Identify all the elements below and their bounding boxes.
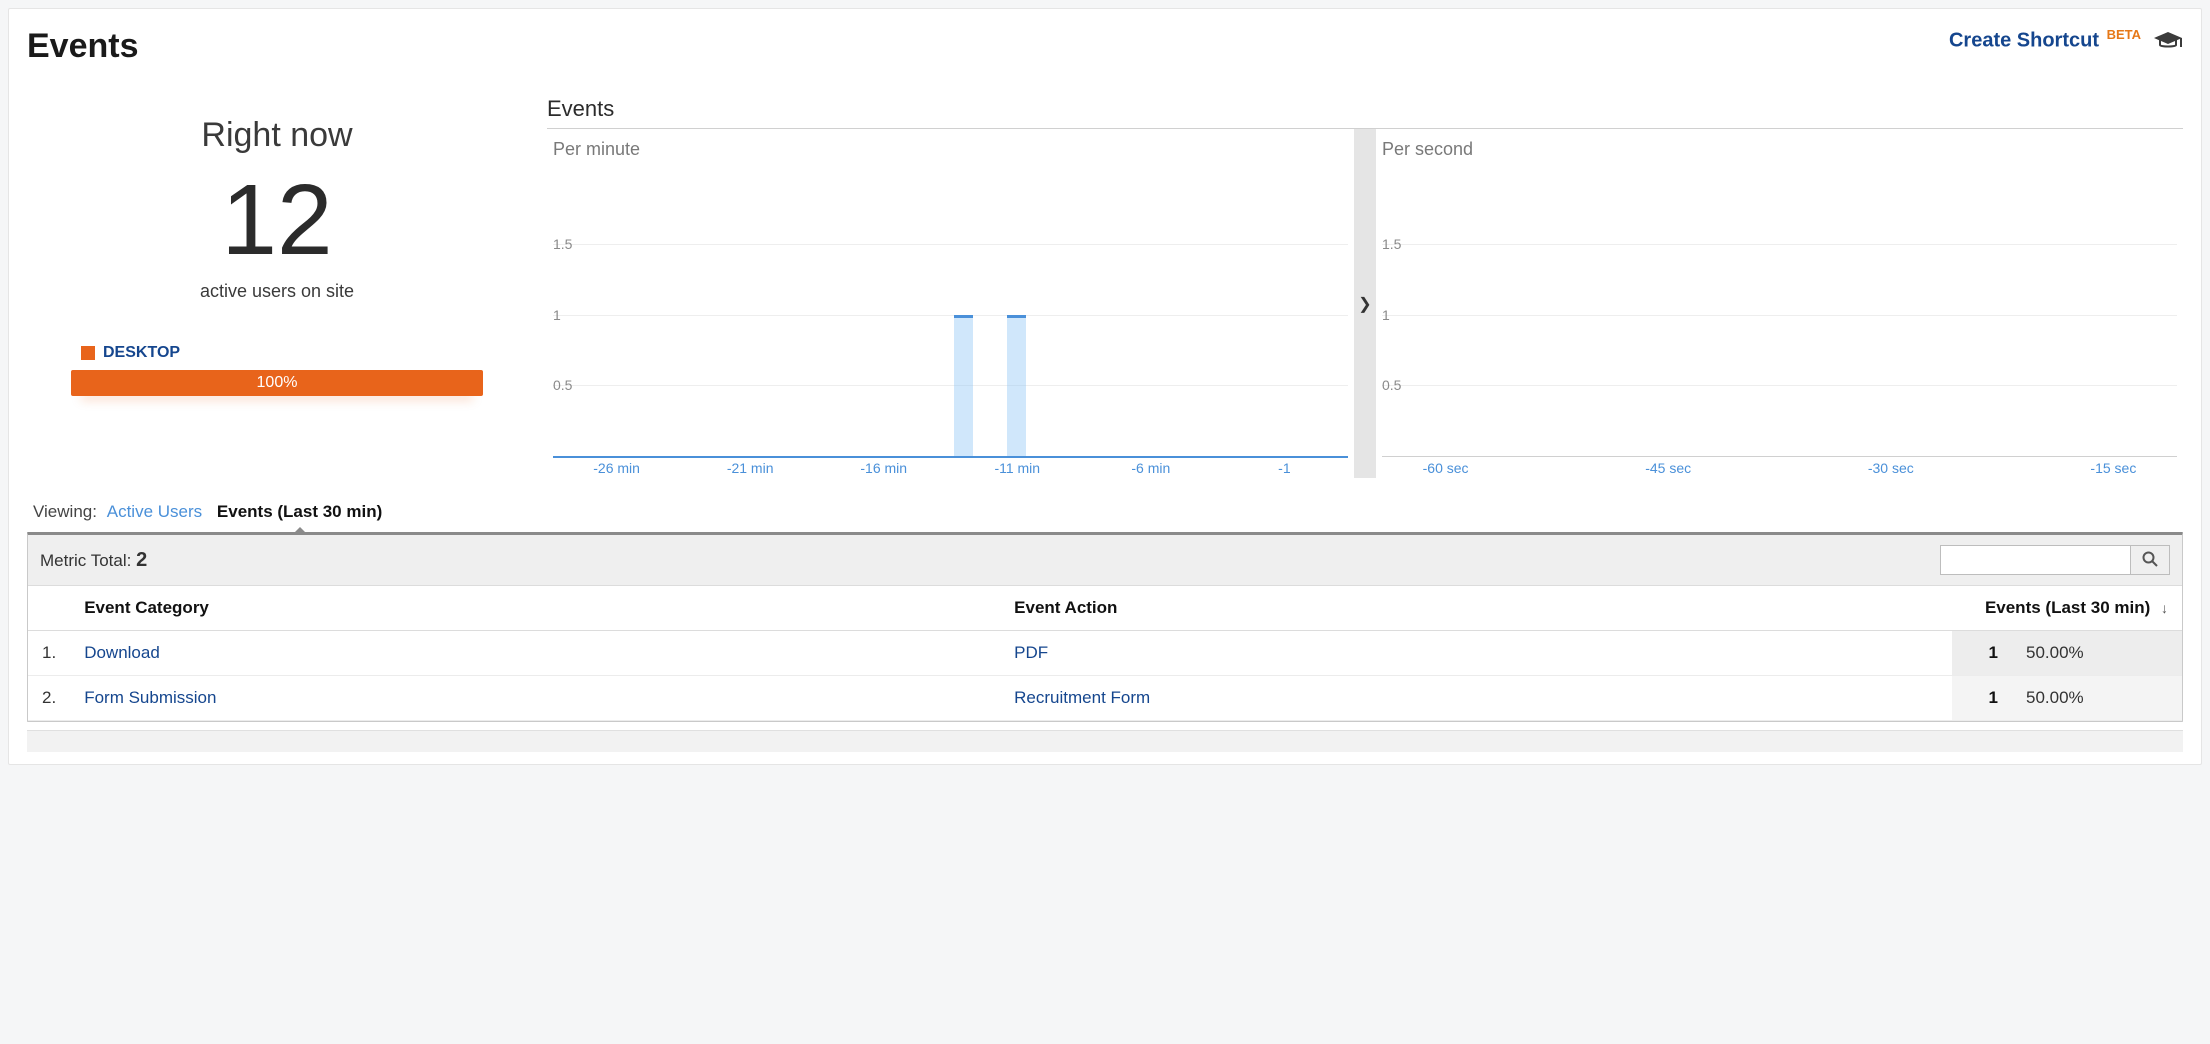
device-legend: DESKTOP: [27, 344, 527, 362]
table-header-row: Event Category Event Action Events (Last…: [28, 586, 2182, 631]
charts-row: Per minute 0.511.5 … -26 min-21 min-16 m…: [547, 128, 2183, 478]
metric-total-value: 2: [136, 549, 147, 571]
chart-per-second-label: Per second: [1376, 129, 2183, 160]
chevron-right-icon: ❯: [1358, 294, 1371, 314]
graduation-cap-icon[interactable]: [2153, 30, 2183, 50]
events-table: Event Category Event Action Events (Last…: [28, 586, 2182, 721]
chart-per-second: Per second 0.5 1 1.5 -60 sec -45 sec -30 sec…: [1376, 129, 2183, 478]
search-button[interactable]: [2130, 545, 2170, 575]
table-toolbar: Metric Total: 2: [28, 535, 2182, 586]
right-now-title: Right now: [27, 116, 527, 155]
col-index: [28, 586, 70, 631]
events-panel: Events Create Shortcut BETA Right now 12…: [8, 8, 2202, 765]
chart-per-second-body: 0.5 1 1.5: [1382, 173, 2177, 456]
header-actions: Create Shortcut BETA: [1949, 27, 2183, 53]
x-tick-label: -11 min: [994, 460, 1040, 476]
x-tick-label: -15 sec: [2090, 460, 2136, 476]
viewing-tabs: Viewing: Active Users Events (Last 30 mi…: [27, 492, 2183, 532]
col-event-category[interactable]: Event Category: [70, 586, 1000, 631]
col-events-count[interactable]: Events (Last 30 min) ↓: [1952, 586, 2182, 631]
top-grid: Right now 12 active users on site DESKTO…: [27, 96, 2183, 478]
device-share-bar: 100%: [71, 370, 483, 396]
charts-block: Events Per minute 0.511.5 … -26 min-21 m…: [547, 96, 2183, 478]
tab-events[interactable]: Events (Last 30 min): [217, 502, 382, 521]
y-tick-label: 1: [553, 307, 561, 323]
table-row: 2.Form SubmissionRecruitment Form150.00%: [28, 676, 2182, 721]
footer-strip: [27, 730, 2183, 752]
x-tick-label: -26 min: [593, 460, 640, 476]
chart-per-minute-label: Per minute: [547, 129, 1354, 160]
events-table-wrap: Metric Total: 2 Event Category Event Act…: [27, 532, 2183, 722]
chart-divider-expand[interactable]: ❯: [1354, 129, 1376, 478]
viewing-label: Viewing:: [33, 502, 97, 521]
metric-total: Metric Total: 2: [40, 549, 147, 572]
cell-events-pct: 50.00%: [2012, 631, 2182, 676]
legend-label: DESKTOP: [103, 344, 180, 362]
col-event-action[interactable]: Event Action: [1000, 586, 1952, 631]
chart-bar: [1007, 315, 1026, 457]
metric-total-label: Metric Total:: [40, 551, 131, 570]
y-tick-label: 0.5: [1382, 377, 1401, 393]
arrow-down-icon: ↓: [2161, 600, 2168, 616]
y-tick-label: 1.5: [553, 236, 572, 252]
row-index: 1.: [28, 631, 70, 676]
x-tick-label: -30 sec: [1868, 460, 1914, 476]
x-tick-label: -16 min: [860, 460, 907, 476]
create-shortcut-label: Create Shortcut: [1949, 30, 2099, 52]
cell-event-action[interactable]: Recruitment Form: [1000, 676, 1952, 721]
x-tick-label: -1: [1278, 460, 1290, 476]
chart-per-minute: Per minute 0.511.5 … -26 min-21 min-16 m…: [547, 129, 1354, 478]
table-row: 1.DownloadPDF150.00%: [28, 631, 2182, 676]
chart-per-minute-body: 0.5 1 1.5: [553, 173, 1348, 456]
active-users-subtitle: active users on site: [27, 281, 527, 302]
cell-events-pct: 50.00%: [2012, 676, 2182, 721]
y-tick-label: 1: [1382, 307, 1390, 323]
table-search: [1940, 545, 2170, 575]
tab-active-users[interactable]: Active Users: [107, 502, 202, 521]
y-tick-label: 1.5: [1382, 236, 1401, 252]
active-users-count: 12: [27, 165, 527, 275]
beta-badge: BETA: [2107, 27, 2141, 42]
search-input[interactable]: [1940, 545, 2130, 575]
cell-events-count: 1: [1952, 676, 2012, 721]
cell-events-count: 1: [1952, 631, 2012, 676]
create-shortcut-link[interactable]: Create Shortcut BETA: [1949, 27, 2141, 53]
page-title: Events: [27, 27, 139, 66]
panel-header: Events Create Shortcut BETA: [27, 27, 2183, 66]
chart-per-minute-xaxis: -26 min -21 min -16 min -11 min -6 min -1: [553, 456, 1348, 478]
x-tick-label: -60 sec: [1423, 460, 1469, 476]
search-icon: [2142, 551, 2158, 570]
legend-swatch-icon: [81, 346, 95, 360]
x-tick-label: -45 sec: [1645, 460, 1691, 476]
x-tick-label: -21 min: [727, 460, 774, 476]
row-index: 2.: [28, 676, 70, 721]
chart-bar: [954, 315, 973, 457]
right-now-block: Right now 12 active users on site DESKTO…: [27, 96, 527, 478]
cell-event-category[interactable]: Form Submission: [70, 676, 1000, 721]
x-tick-label: -6 min: [1131, 460, 1170, 476]
y-tick-label: 0.5: [553, 377, 572, 393]
device-share-value: 100%: [257, 374, 298, 391]
chart-per-second-xaxis: -60 sec -45 sec -30 sec -15 sec: [1382, 456, 2177, 478]
cell-event-category[interactable]: Download: [70, 631, 1000, 676]
cell-event-action[interactable]: PDF: [1000, 631, 1952, 676]
charts-section-title: Events: [547, 96, 2183, 122]
col-events-count-label: Events (Last 30 min): [1985, 598, 2150, 617]
